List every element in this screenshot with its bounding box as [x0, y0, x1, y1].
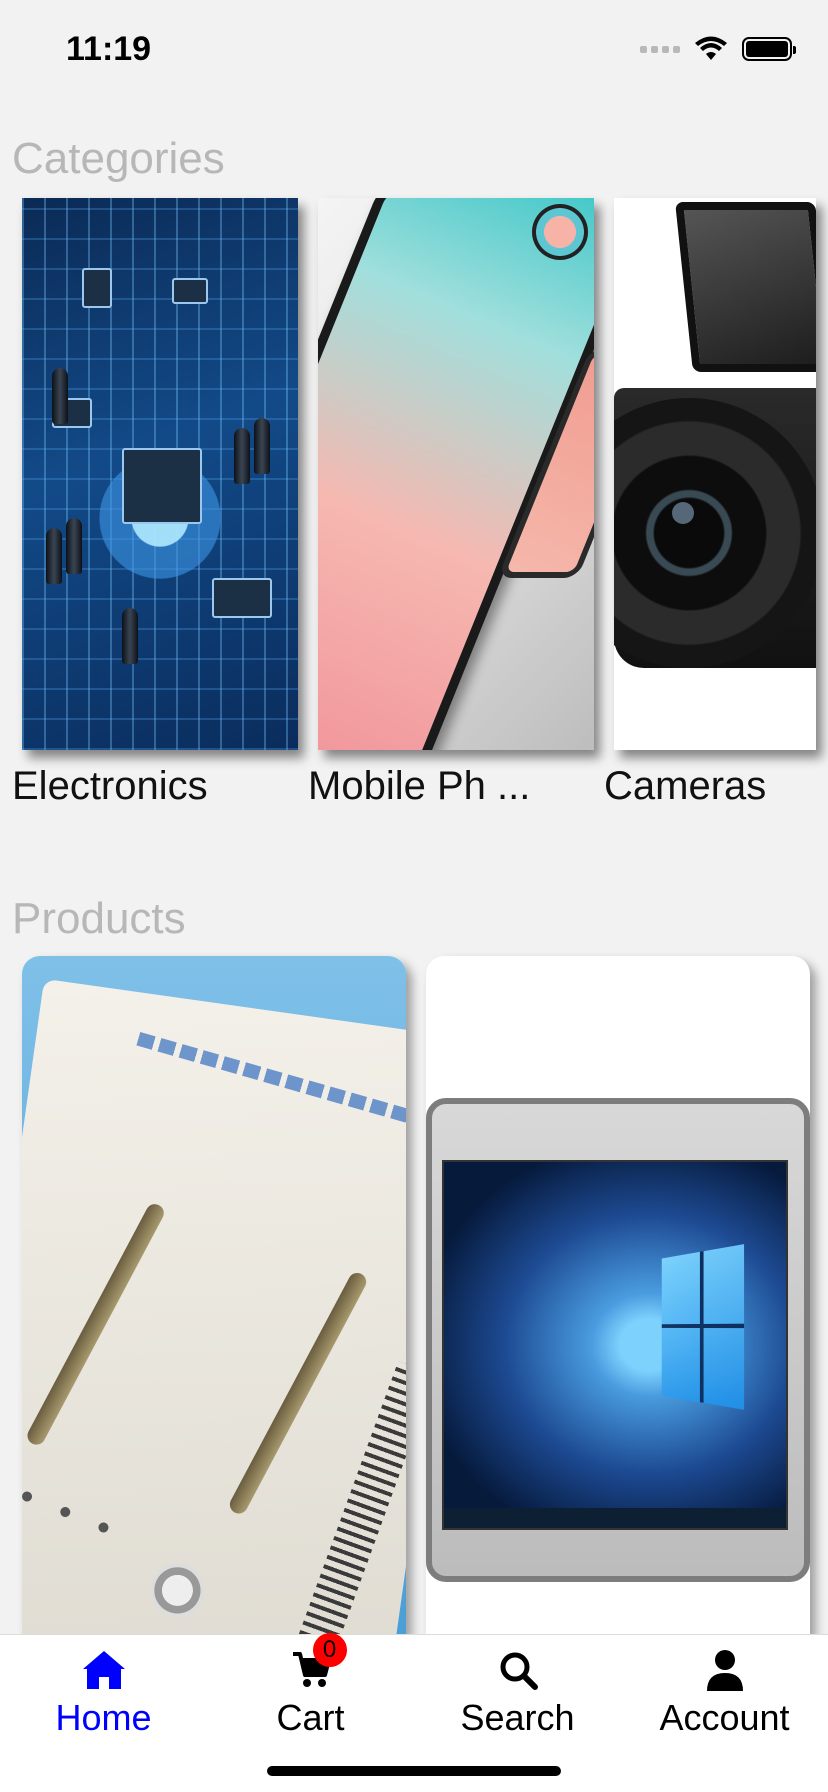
battery-icon	[742, 37, 796, 61]
circuit-board-image	[22, 198, 298, 750]
categories-title: Categories	[12, 134, 225, 183]
device-programmer-image	[22, 978, 406, 1636]
account-icon	[705, 1645, 745, 1695]
cart-badge: 0	[312, 1633, 347, 1667]
status-time: 11:19	[66, 30, 152, 68]
tab-cart[interactable]: 0 Cart	[207, 1633, 414, 1745]
category-label: Mobile Ph ...	[308, 764, 531, 808]
tab-search[interactable]: Search	[414, 1635, 621, 1745]
wifi-icon	[695, 36, 727, 60]
status-bar: 11:19	[0, 0, 828, 100]
tab-cart-label: Cart	[276, 1697, 345, 1738]
tab-account[interactable]: Account	[621, 1635, 828, 1745]
products-title: Products	[12, 894, 186, 943]
category-label: Cameras	[604, 764, 767, 808]
home-icon	[81, 1645, 127, 1695]
home-indicator[interactable]	[267, 1766, 561, 1776]
status-icons	[640, 36, 796, 62]
cart-icon: 0	[291, 1633, 347, 1695]
search-icon	[498, 1645, 538, 1695]
camera-image	[614, 198, 816, 750]
tablet-phone-image	[318, 198, 594, 750]
category-label: Electronics	[12, 764, 208, 808]
category-card-electronics[interactable]: Electronics	[12, 198, 298, 808]
windows-tablet-image	[426, 1098, 810, 1582]
category-card-mobile-phones[interactable]: Mobile Ph ...	[308, 198, 594, 808]
tab-account-label: Account	[659, 1697, 790, 1738]
tab-home[interactable]: Home	[0, 1635, 207, 1745]
product-card-tablet[interactable]	[426, 956, 810, 1636]
category-card-cameras[interactable]: Cameras	[604, 198, 816, 808]
tab-search-label: Search	[460, 1697, 575, 1738]
screen: 11:19 Categories Electronics Mobile Ph .…	[0, 0, 828, 1792]
product-card-programmer[interactable]	[22, 956, 406, 1636]
tab-home-label: Home	[55, 1697, 152, 1738]
signal-icon	[640, 45, 680, 53]
